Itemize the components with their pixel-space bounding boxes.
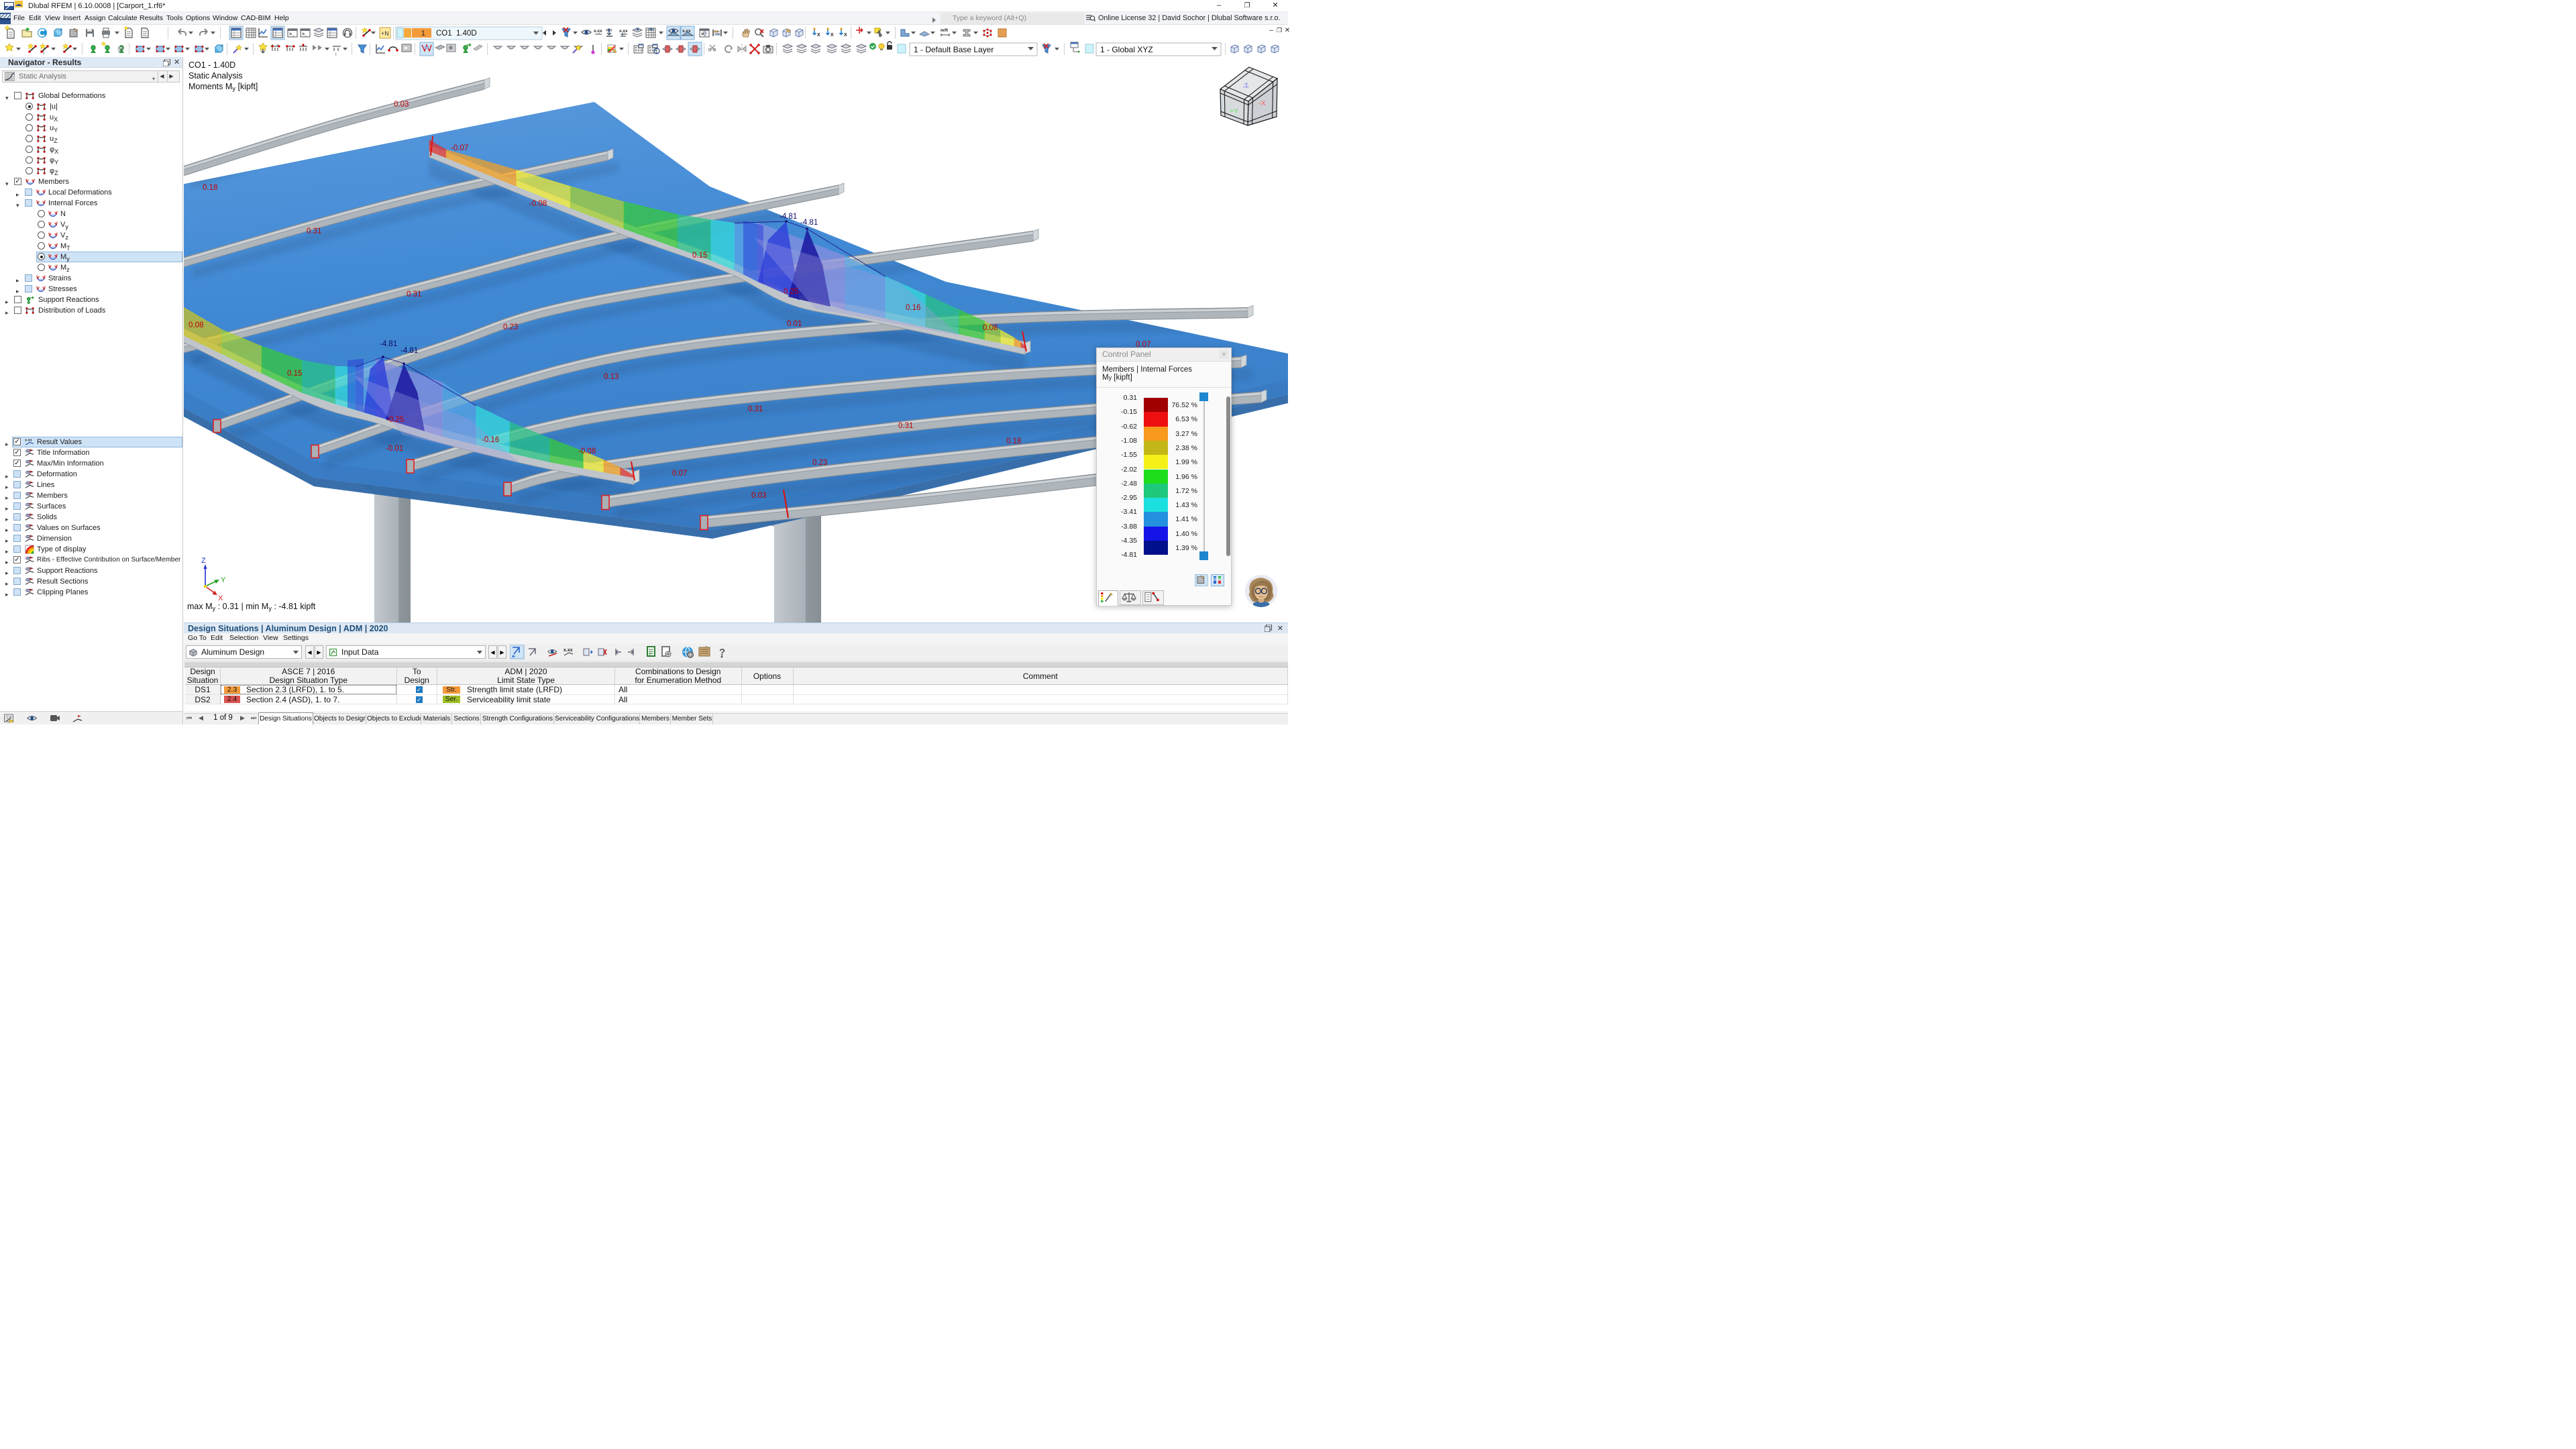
svg-text:0.15: 0.15: [692, 252, 707, 260]
svg-text:I: I: [43, 51, 44, 56]
svg-text:0.07: 0.07: [672, 470, 687, 478]
svg-text:0.18: 0.18: [1006, 437, 1021, 445]
svg-text:-0.01: -0.01: [386, 445, 403, 453]
svg-text:+N: +N: [381, 30, 389, 37]
svg-text:x.xx: x.xx: [564, 648, 573, 653]
svg-text:0.25: 0.25: [784, 288, 798, 296]
svg-text:CO1 - 1.40D: CO1 - 1.40D: [189, 60, 235, 70]
svg-text:0.01: 0.01: [787, 320, 802, 328]
svg-text:-0.08: -0.08: [578, 447, 596, 455]
svg-text:0.31: 0.31: [898, 422, 913, 430]
svg-text:-0.16: -0.16: [482, 436, 499, 444]
svg-text:-0.07: -0.07: [451, 144, 468, 152]
svg-text:0.15: 0.15: [287, 370, 302, 378]
svg-text:-4.81: -4.81: [780, 213, 797, 221]
svg-text:0.31: 0.31: [307, 227, 321, 235]
svg-text:-X: -X: [1258, 99, 1266, 107]
svg-text:0.31: 0.31: [748, 405, 763, 413]
svg-text:Z: Z: [201, 557, 206, 565]
svg-text:Static Analysis: Static Analysis: [189, 71, 243, 80]
svg-text:CO1: CO1: [436, 30, 452, 38]
svg-text:-0.08: -0.08: [529, 200, 547, 208]
svg-text:0.16: 0.16: [906, 304, 920, 312]
svg-text:0.13: 0.13: [604, 373, 619, 381]
svg-text:1 - Global XYZ: 1 - Global XYZ: [1100, 45, 1153, 54]
svg-text:0.08: 0.08: [189, 321, 203, 329]
svg-text:0.03: 0.03: [394, 101, 409, 109]
svg-text:Moments My [kipft]: Moments My [kipft]: [189, 82, 258, 93]
svg-text:0.23: 0.23: [812, 459, 827, 467]
svg-text:1: 1: [421, 30, 425, 38]
svg-text:-4.81: -4.81: [800, 219, 818, 227]
svg-text:max My : 0.31 | min My : -4.81: max My : 0.31 | min My : -4.81 kipft: [187, 602, 316, 612]
svg-text:0.23: 0.23: [503, 323, 518, 331]
svg-text:1.40D: 1.40D: [456, 30, 477, 38]
svg-text:-4.81: -4.81: [380, 340, 397, 348]
svg-text:+Y: +Y: [1230, 107, 1238, 115]
svg-text:-0.25: -0.25: [386, 416, 404, 424]
svg-text:1 - Default Base Layer: 1 - Default Base Layer: [914, 45, 994, 54]
svg-text:0.31: 0.31: [407, 290, 421, 299]
svg-text:-4.81: -4.81: [400, 347, 418, 355]
svg-text:0.08: 0.08: [983, 324, 998, 332]
svg-text:Y: Y: [221, 576, 226, 584]
svg-text:0.03: 0.03: [751, 492, 766, 500]
svg-text:0.18: 0.18: [203, 184, 217, 192]
svg-text:X: X: [649, 653, 651, 657]
